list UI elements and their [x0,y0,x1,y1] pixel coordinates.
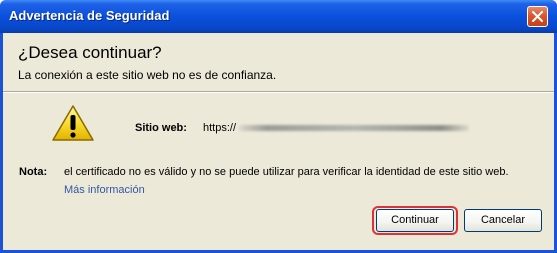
site-url: https:// [203,122,237,134]
more-info-link[interactable]: Más información [64,184,145,196]
security-warning-dialog: Advertencia de Seguridad ¿Desea continua… [0,0,557,253]
redacted-url [239,125,469,131]
continue-button[interactable]: Continuar [376,209,454,232]
title-bar[interactable]: Advertencia de Seguridad [0,0,557,33]
dialog-heading: ¿Desea continuar? [18,43,162,62]
note-label: Nota: [19,166,48,178]
dialog-subheading: La conexión a este sitio web no es de co… [18,68,277,82]
close-button[interactable] [527,6,548,27]
warning-triangle-icon [52,105,94,141]
close-icon [532,11,543,22]
note-text: el certificado no es válido y no se pued… [64,166,509,178]
dialog-body: ¿Desea continuar? La conexión a este sit… [3,33,554,250]
site-label: Sitio web: [135,122,187,134]
cancel-button[interactable]: Cancelar [464,209,542,232]
divider [3,91,554,93]
window-title: Advertencia de Seguridad [9,8,170,23]
